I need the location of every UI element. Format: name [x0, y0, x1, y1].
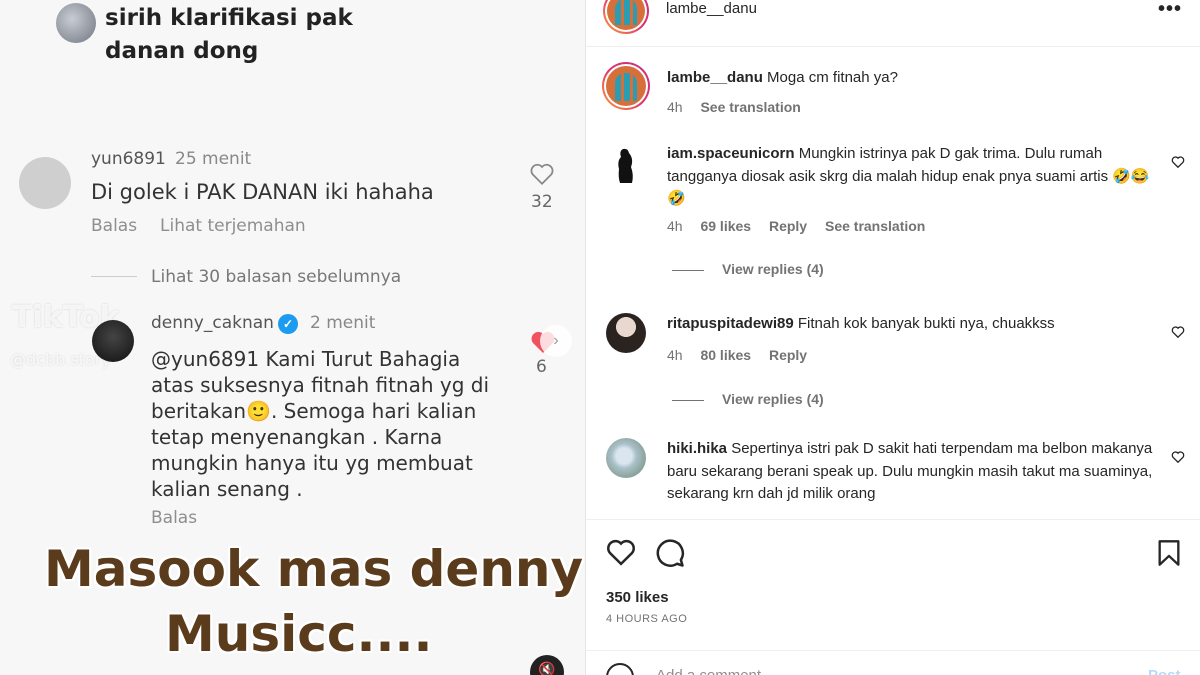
comment-time: 2 menit [310, 313, 376, 333]
comments-list: lambe__danu Moga cm fitnah ya? 4h See tr… [586, 48, 1200, 518]
user-avatar[interactable] [606, 313, 646, 353]
comment-text: Moga cm fitnah ya? [767, 69, 898, 86]
silhouette-icon [618, 148, 633, 183]
comment-likes[interactable]: 80 likes [700, 347, 751, 363]
more-options-icon[interactable]: ••• [1158, 0, 1182, 21]
post-username[interactable]: lambe__danu [666, 0, 757, 17]
comment-username: denny_caknan [151, 313, 274, 333]
comment-time: 4h [667, 218, 683, 234]
add-comment-input[interactable] [656, 667, 1056, 675]
comment-body: hiki.hika Sepertinya istri pak D sakit h… [667, 438, 1162, 506]
comment-meta: 4h See translation [667, 99, 815, 115]
overlay-text-line2: Musicc.... [165, 605, 433, 663]
like-count: 6 [536, 357, 547, 377]
comment-username[interactable]: lambe__danu [667, 69, 763, 86]
comment-text: Di golek i PAK DANAN iki hahaha [91, 180, 434, 204]
translate-link: Lihat terjemahan [160, 216, 306, 236]
add-comment-bar: Post [586, 650, 1200, 675]
reply-button[interactable]: Reply [769, 347, 807, 363]
comment-text: Fitnah kok banyak bukti nya, chuakkss [797, 315, 1055, 332]
divider-line [91, 276, 137, 277]
likes-count[interactable]: 350 likes [606, 589, 669, 606]
user-avatar[interactable] [606, 145, 646, 185]
comment-username: yun6891 [91, 149, 166, 169]
comment-meta: 4h 69 likes Reply See translation [667, 218, 939, 234]
previous-replies-link: Lihat 30 balasan sebelumnya [151, 267, 402, 287]
post-actions: 350 likes 4 HOURS AGO Post [586, 519, 1200, 675]
bookmark-icon[interactable] [1156, 539, 1182, 567]
see-translation-button[interactable]: See translation [700, 99, 800, 115]
comment-username[interactable]: ritapuspitadewi89 [667, 315, 794, 332]
like-count: 32 [531, 192, 553, 212]
comment-username[interactable]: hiki.hika [667, 440, 727, 457]
heart-icon[interactable] [1171, 450, 1185, 464]
comment-time: 25 menit [175, 149, 252, 169]
verified-badge-icon: ✓ [278, 314, 298, 334]
overlay-text-line1: Masook mas denny [44, 540, 584, 598]
heart-icon [530, 163, 554, 185]
comment-time: 4h [667, 347, 683, 363]
heart-icon[interactable] [606, 538, 636, 566]
reply-link: Balas [151, 508, 198, 528]
see-translation-button[interactable]: See translation [825, 218, 925, 234]
comment-username[interactable]: iam.spaceunicorn [667, 145, 795, 162]
comment-body: lambe__danu Moga cm fitnah ya? [667, 67, 1162, 90]
comment-text: Sepertinya istri pak D sakit hati terpen… [667, 440, 1153, 502]
post-header: lambe__danu ••• [586, 0, 1200, 47]
profile-avatar[interactable] [602, 62, 650, 110]
reply-link: Balas [91, 216, 138, 236]
comment-body: ritapuspitadewi89 Fitnah kok banyak bukt… [667, 313, 1162, 336]
post-timestamp: 4 HOURS AGO [606, 613, 688, 625]
user-avatar[interactable] [606, 438, 646, 478]
profile-avatar[interactable] [603, 0, 649, 34]
chevron-right-icon: › [540, 325, 572, 357]
reply-button[interactable]: Reply [769, 218, 807, 234]
caption-avatar [56, 3, 96, 43]
view-replies-button[interactable]: View replies (4) [672, 391, 824, 407]
mute-icon[interactable]: 🔇 [530, 655, 564, 675]
comment-likes[interactable]: 69 likes [700, 218, 751, 234]
commenter-avatar [19, 157, 71, 209]
comment-body: iam.spaceunicorn Mungkin istrinya pak D … [667, 143, 1162, 211]
heart-icon[interactable] [1171, 325, 1185, 339]
instagram-post-panel: lambe__danu ••• lambe__danu Moga cm fitn… [585, 0, 1200, 675]
comment-text: @yun6891 Kami Turut Bahagia atas suksesn… [151, 347, 490, 501]
video-panel: sirih klarifikasi pak danan dong yun6891… [0, 0, 585, 675]
commenter-avatar [92, 320, 134, 362]
heart-icon[interactable] [1171, 155, 1185, 169]
comment-time: 4h [667, 99, 683, 115]
post-button[interactable]: Post [1148, 667, 1181, 675]
view-replies-button[interactable]: View replies (4) [672, 261, 824, 277]
comment-icon[interactable] [655, 538, 685, 568]
comment-meta: 4h 80 likes Reply [667, 347, 821, 363]
video-caption: sirih klarifikasi pak danan dong [105, 5, 353, 64]
emoji-icon[interactable] [606, 663, 634, 675]
